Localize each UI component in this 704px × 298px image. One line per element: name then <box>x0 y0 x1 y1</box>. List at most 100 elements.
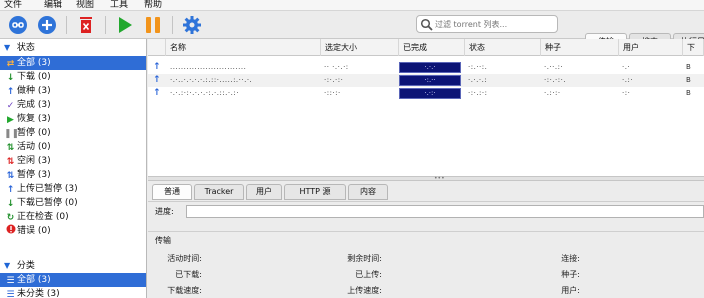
search-input[interactable] <box>435 18 555 31</box>
col-name[interactable]: 名称 <box>166 39 321 56</box>
inactive-icon: ⇅ <box>6 157 15 167</box>
torrent-peers: ·.:· <box>622 76 634 84</box>
category-item-all[interactable]: ☰ 全部 (3) <box>0 273 146 287</box>
category-item-uncategorized[interactable]: ☰ 未分类 (3) <box>0 287 146 298</box>
status-item-downloading[interactable]: ↓ 下载 (0) <box>0 70 146 84</box>
check-icon: ✓ <box>6 101 15 111</box>
torrent-peers: ·:· <box>622 89 631 97</box>
status-header[interactable]: ▼ 状态 <box>0 41 146 55</box>
torrent-down-speed: B <box>686 63 692 71</box>
seeding-icon: ↑ <box>6 87 15 97</box>
search-icon <box>420 18 433 31</box>
menu-edit[interactable]: 编辑 <box>44 0 62 11</box>
sidebar: ▼ 状态 ⇄ 全部 (3) ↓ 下载 (0) ↑ 做种 (3) ✓ 完成 (3) ▶ 恢复… <box>0 39 147 298</box>
torrent-name: ·.·.:·:·.·.·.·:.·.::.·.:· <box>170 89 239 97</box>
status-item-errored[interactable]: 错误 (0) <box>0 224 146 238</box>
torrent-size: ·· ·.·.·: <box>324 63 349 71</box>
checking-icon: ↻ <box>6 213 15 223</box>
menu-bar: 文件 编辑 视图 工具 帮助 <box>0 0 704 11</box>
status-item-seeding[interactable]: ↑ 做种 (3) <box>0 84 146 98</box>
menu-help[interactable]: 帮助 <box>144 0 162 11</box>
progress-bar: ·.·:· <box>399 88 461 99</box>
status-item-label: 空闲 (3) <box>17 156 51 166</box>
play-icon[interactable] <box>115 15 135 35</box>
eta-label: 剩余时间: <box>347 254 382 263</box>
status-item-upload-stalled[interactable]: ↑ 上传已暂停 (3) <box>0 182 146 196</box>
category-header[interactable]: ▼ 分类 <box>0 259 146 273</box>
col-progress[interactable]: 已完成 <box>399 39 465 56</box>
torrent-size: ·:·.·:· <box>324 76 344 84</box>
menu-view[interactable]: 视图 <box>76 0 94 11</box>
gear-icon[interactable] <box>182 15 202 35</box>
piece-progress-bar <box>186 205 704 218</box>
status-item-all[interactable]: ⇄ 全部 (3) <box>0 56 146 70</box>
status-item-download-stalled[interactable]: ↓ 下载已暂停 (0) <box>0 196 146 210</box>
status-item-label: 错误 (0) <box>17 226 51 236</box>
tab-content[interactable]: 内容 <box>348 184 388 200</box>
table-row[interactable]: ↑ ·.·.:·:·.·.·.·:.·.::.·.:· ·::·:· ·.·:·… <box>148 87 704 100</box>
peers-label: 用户: <box>561 286 580 295</box>
download-stalled-icon: ↓ <box>6 199 15 209</box>
search-box[interactable] <box>416 15 558 33</box>
table-header: 名称 选定大小 已完成 状态 种子 用户 下 <box>148 39 704 56</box>
status-item-stalled[interactable]: ⇅ 暂停 (3) <box>0 168 146 182</box>
toolbar-separator <box>172 16 173 34</box>
status-item-active[interactable]: ⇅ 活动 (0) <box>0 140 146 154</box>
torrent-down-speed: B <box>686 76 692 84</box>
status-item-label: 上传已暂停 (3) <box>17 184 78 194</box>
list-icon: ☰ <box>6 290 15 298</box>
status-item-checking[interactable]: ↻ 正在检查 (0) <box>0 210 146 224</box>
uploaded-label: 已上传: <box>355 270 382 279</box>
status-item-label: 做种 (3) <box>17 86 51 96</box>
status-item-resumed[interactable]: ▶ 恢复 (3) <box>0 112 146 126</box>
torrent-name: ............................ <box>170 63 247 71</box>
status-item-label: 正在检查 (0) <box>17 212 69 222</box>
all-icon: ⇄ <box>6 59 15 69</box>
download-speed-label: 下载速度: <box>167 286 202 295</box>
col-size[interactable]: 选定大小 <box>321 39 399 56</box>
upload-stalled-icon: ↑ <box>6 185 15 195</box>
properties-pane: 普通 Tracker 用户 HTTP 源 内容 进度: 传输 活动时间: 已下载… <box>148 181 704 298</box>
torrent-down-speed: B <box>686 89 692 97</box>
chevron-down-icon: ▼ <box>4 43 11 52</box>
progress-bar: ·:.·· <box>399 75 461 86</box>
chevron-down-icon: ▼ <box>4 261 11 270</box>
active-icon: ⇅ <box>6 143 15 153</box>
tab-general[interactable]: 普通 <box>152 184 192 200</box>
tab-tracker[interactable]: Tracker <box>194 184 244 200</box>
link-icon[interactable] <box>8 15 28 35</box>
torrent-status: ·.·.·.: <box>468 76 488 84</box>
tab-http-sources[interactable]: HTTP 源 <box>284 184 346 200</box>
menu-tools[interactable]: 工具 <box>110 0 128 11</box>
table-row[interactable]: ↑ ·.·..·.·.·.·.:.::·.....:.··.·. ·:·.·:·… <box>148 74 704 87</box>
table-row[interactable]: ↑ ............................ ·· ·.·.·:… <box>148 61 704 74</box>
torrent-peers: ·.· <box>622 63 631 71</box>
status-item-paused[interactable]: ❚❚暂停 (0) <box>0 126 146 140</box>
status-item-label: 全部 (3) <box>17 58 51 68</box>
progress-row: 进度: <box>148 201 704 221</box>
menu-file[interactable]: 文件 <box>4 0 22 11</box>
torrent-name: ·.·..·.·.·.·.:.::·.....:.··.·. <box>170 76 253 84</box>
col-peers[interactable]: 用户 <box>619 39 683 56</box>
delete-icon[interactable] <box>76 15 96 35</box>
col-seeds[interactable]: 种子 <box>541 39 619 56</box>
torrent-seeds: ·:·.·:·. <box>544 76 567 84</box>
status-item-inactive[interactable]: ⇅ 空闲 (3) <box>0 154 146 168</box>
downloaded-label: 已下载: <box>175 270 202 279</box>
progress-label: 进度: <box>155 207 174 216</box>
torrent-seeds: ·.:·:· <box>544 89 561 97</box>
status-item-label: 暂停 (0) <box>17 128 51 138</box>
col-priority[interactable] <box>148 39 166 56</box>
status-item-completed[interactable]: ✓ 完成 (3) <box>0 98 146 112</box>
torrent-size: ·::·:· <box>324 89 341 97</box>
tab-peers[interactable]: 用户 <box>246 184 282 200</box>
transfer-section: 传输 活动时间: 已下载: 下载速度: 剩余时间: 已上传: 上传速度: 连接:… <box>148 231 704 298</box>
status-item-label: 恢复 (3) <box>17 114 51 124</box>
status-item-label: 下载已暂停 (0) <box>17 198 78 208</box>
pause-icon[interactable] <box>143 15 163 35</box>
col-status[interactable]: 状态 <box>465 39 541 56</box>
torrent-seeds: ·.··.:· <box>544 63 564 71</box>
seeds-label: 种子: <box>561 270 580 279</box>
col-down-speed[interactable]: 下 <box>683 39 704 56</box>
add-icon[interactable] <box>37 15 57 35</box>
